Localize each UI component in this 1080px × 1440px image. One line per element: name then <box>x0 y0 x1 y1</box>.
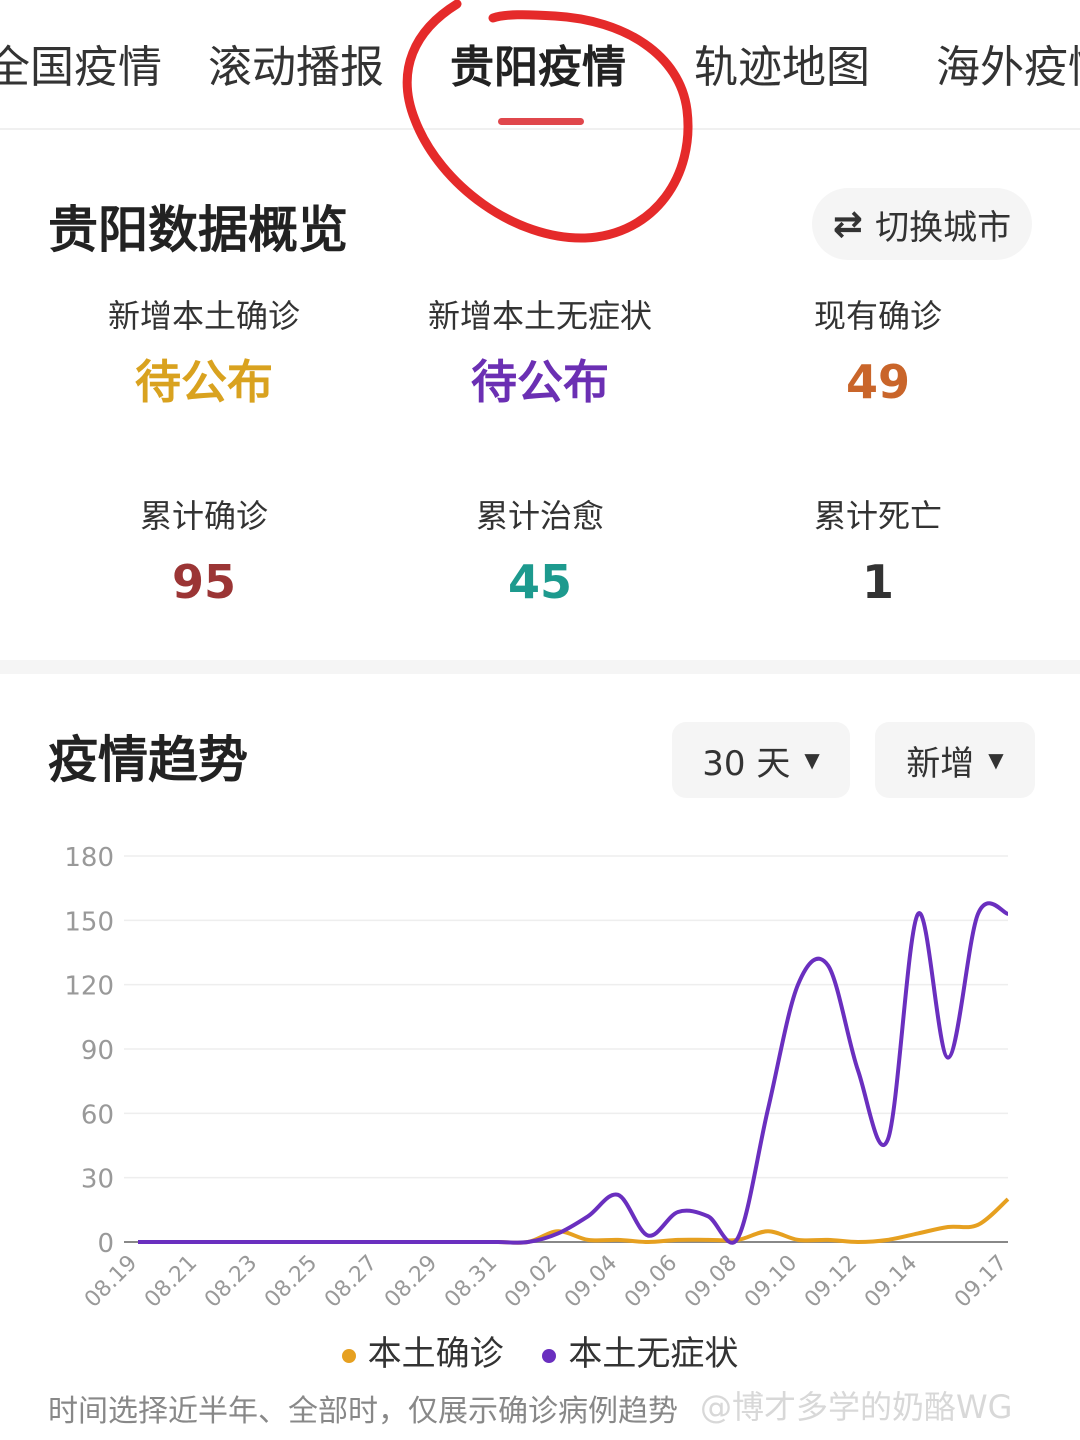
x-tick-label: 09.02 <box>500 1251 562 1313</box>
y-tick-label: 60 <box>81 1100 114 1130</box>
legend-dot-asymptomatic <box>542 1348 557 1363</box>
tab-overseas[interactable]: 海外疫情 <box>936 38 1080 98</box>
stat-value: 49 <box>845 355 910 409</box>
section-divider <box>0 660 1080 674</box>
stat-label: 现有确诊 <box>813 297 942 335</box>
series-line-asymptomatic <box>137 901 1009 1245</box>
stat-label: 累计治愈 <box>475 497 604 535</box>
stat-value: 1 <box>861 555 894 609</box>
stat-total-confirmed: 累计确诊 95 <box>34 494 374 614</box>
y-tick-label: 120 <box>64 972 114 1002</box>
y-tick-label: 150 <box>64 907 114 937</box>
stat-value: 95 <box>171 555 236 609</box>
x-tick-label: 09.06 <box>620 1251 682 1313</box>
tab-rolling-news[interactable]: 滚动播报 <box>208 38 384 98</box>
switch-city-label: 切换城市 <box>875 207 1012 248</box>
stat-current-confirmed: 现有确诊 49 <box>708 294 1048 414</box>
mode-dropdown-value: 新增 <box>906 743 975 784</box>
tab-national[interactable]: 全国疫情 <box>0 38 162 98</box>
legend-item-confirmed[interactable]: 本土确诊 <box>341 1326 504 1375</box>
x-tick-label: 09.12 <box>800 1251 862 1313</box>
range-dropdown[interactable]: 30 天 ▼ <box>672 722 850 798</box>
caret-down-icon: ▼ <box>804 748 820 772</box>
tab-track-map[interactable]: 轨迹地图 <box>694 38 870 98</box>
x-tick-label: 08.31 <box>440 1251 502 1313</box>
mode-dropdown[interactable]: 新增 ▼ <box>875 722 1035 798</box>
x-tick-label: 08.25 <box>260 1251 322 1313</box>
legend-dot-confirmed <box>341 1348 356 1363</box>
x-tick-label: 09.04 <box>560 1251 622 1313</box>
x-tick-label: 08.29 <box>380 1251 442 1313</box>
series-line-confirmed <box>137 1197 1010 1245</box>
legend-item-asymptomatic[interactable]: 本土无症状 <box>542 1326 738 1375</box>
y-tick-label: 30 <box>81 1165 114 1195</box>
stat-total-deaths: 累计死亡 1 <box>708 494 1048 614</box>
active-tab-indicator <box>498 118 584 125</box>
stat-value: 待公布 <box>135 355 273 409</box>
swap-arrows-icon: ⇄ <box>832 203 864 245</box>
x-tick-label: 08.27 <box>320 1251 382 1313</box>
range-dropdown-value: 30 天 <box>702 743 791 784</box>
x-tick-label: 09.08 <box>680 1251 742 1313</box>
stat-value: 45 <box>507 555 572 609</box>
chart-footnote: 时间选择近半年、全部时，仅展示确诊病例趋势 <box>48 1394 678 1429</box>
chart-legend: 本土确诊 本土无症状 <box>0 1326 1080 1375</box>
stat-new-local-asymptomatic: 新增本土无症状 待公布 <box>370 294 710 414</box>
stat-new-local-confirmed: 新增本土确诊 待公布 <box>34 294 374 414</box>
switch-city-button[interactable]: ⇄ 切换城市 <box>812 188 1032 260</box>
legend-label: 本土确诊 <box>367 1334 504 1374</box>
tab-guiyang[interactable]: 贵阳疫情 <box>450 38 626 98</box>
tab-bar: 全国疫情 滚动播报 贵阳疫情 轨迹地图 海外疫情 <box>0 0 1080 130</box>
stat-label: 新增本土确诊 <box>107 297 300 335</box>
stat-label: 累计确诊 <box>139 497 268 535</box>
stat-value: 待公布 <box>471 355 609 409</box>
watermark: @博才多学的奶酪WG <box>700 1388 1013 1426</box>
x-tick-label: 09.17 <box>950 1251 1012 1313</box>
x-tick-label: 08.23 <box>200 1251 262 1313</box>
x-tick-label: 09.10 <box>740 1251 802 1313</box>
x-tick-label: 08.19 <box>80 1251 142 1313</box>
x-tick-label: 08.21 <box>140 1251 202 1313</box>
y-tick-label: 180 <box>64 843 114 873</box>
trend-line-chart: 030609012015018008.1908.2108.2308.2508.2… <box>64 843 1012 1313</box>
y-tick-label: 90 <box>81 1036 114 1066</box>
stat-label: 累计死亡 <box>813 497 942 535</box>
legend-label: 本土无症状 <box>568 1334 739 1374</box>
overview-title: 贵阳数据概览 <box>48 201 348 259</box>
stat-total-cured: 累计治愈 45 <box>370 494 710 614</box>
caret-down-icon: ▼ <box>988 748 1004 772</box>
trend-title: 疫情趋势 <box>48 731 248 789</box>
y-tick-label: 0 <box>97 1229 114 1259</box>
x-tick-label: 09.14 <box>860 1251 922 1313</box>
stat-label: 新增本土无症状 <box>427 297 652 335</box>
